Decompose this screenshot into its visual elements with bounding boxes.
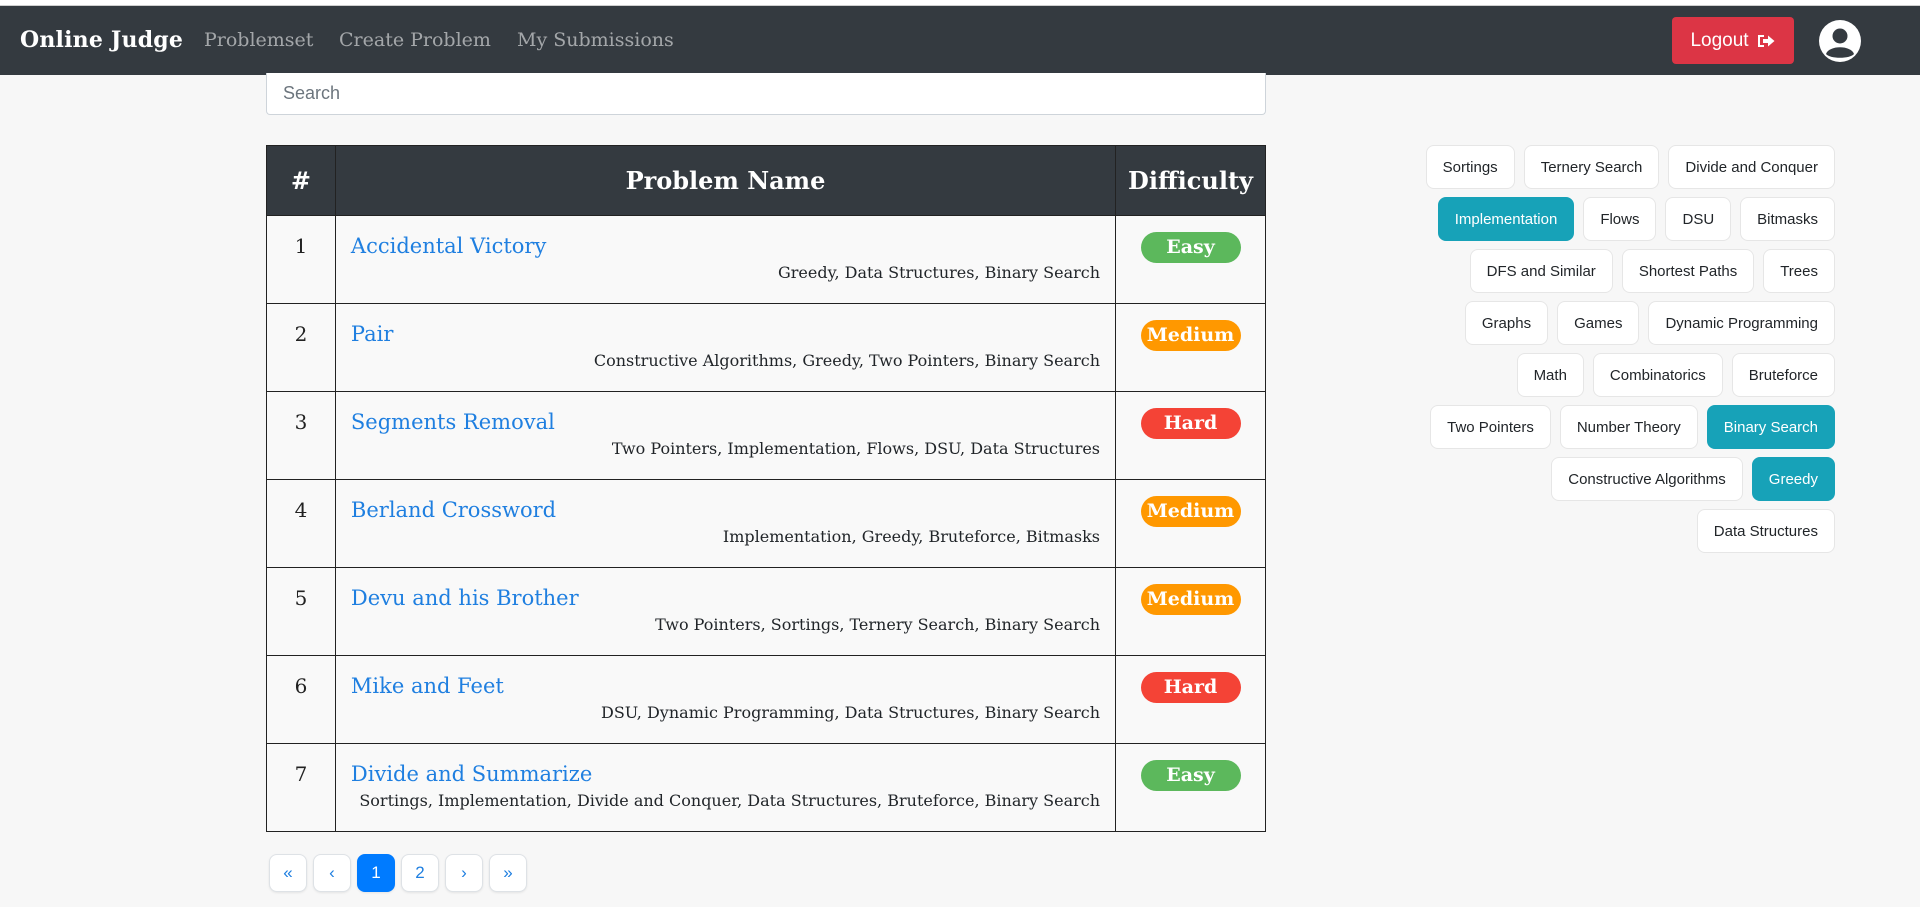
- problem-name-cell: Accidental Victory Greedy, Data Structur…: [334, 215, 1117, 304]
- problem-tags: Constructive Algorithms, Greedy, Two Poi…: [593, 351, 1101, 370]
- tag-filter-dsu[interactable]: DSU: [1665, 197, 1732, 241]
- tag-filter-binary-search[interactable]: Binary Search: [1706, 405, 1835, 449]
- tag-filter-dynamic-programming[interactable]: Dynamic Programming: [1648, 301, 1835, 345]
- page-last-button[interactable]: »: [489, 854, 527, 892]
- navbar: Online Judge Problemset Create Problem M…: [0, 6, 1920, 75]
- difficulty-badge: Hard: [1140, 672, 1241, 703]
- tag-filter-number-theory[interactable]: Number Theory: [1559, 405, 1698, 449]
- tag-filter-bitmasks[interactable]: Bitmasks: [1740, 197, 1835, 241]
- problem-table: # Problem Name Difficulty 1 Accidental V…: [266, 145, 1266, 832]
- table-header-row: # Problem Name Difficulty: [266, 145, 1266, 216]
- tag-filter-dfs-and-similar[interactable]: DFS and Similar: [1469, 249, 1613, 293]
- problem-number: 6: [266, 655, 336, 744]
- tag-filter-greedy[interactable]: Greedy: [1751, 457, 1835, 501]
- difficulty-badge: Medium: [1140, 320, 1241, 351]
- search-input[interactable]: [266, 73, 1266, 115]
- tag-filter-math[interactable]: Math: [1516, 353, 1584, 397]
- header-problem-name: Problem Name: [334, 145, 1117, 216]
- difficulty-badge: Easy: [1140, 760, 1241, 791]
- problem-link[interactable]: Accidental Victory: [351, 234, 1100, 258]
- difficulty-badge: Hard: [1140, 408, 1241, 439]
- problem-link[interactable]: Segments Removal: [351, 410, 1100, 434]
- tag-filter-games[interactable]: Games: [1557, 301, 1640, 345]
- tag-filter-graphs[interactable]: Graphs: [1464, 301, 1549, 345]
- problem-tags: Greedy, Data Structures, Binary Search: [777, 263, 1101, 282]
- table-row: 5 Devu and his Brother Two Pointers, Sor…: [266, 567, 1266, 656]
- difficulty-cell: Hard: [1115, 655, 1266, 744]
- problem-tags: DSU, Dynamic Programming, Data Structure…: [601, 703, 1101, 722]
- tag-filter-data-structures[interactable]: Data Structures: [1696, 509, 1835, 553]
- tag-filter-combinatorics[interactable]: Combinatorics: [1592, 353, 1723, 397]
- tag-filter-shortest-paths[interactable]: Shortest Paths: [1621, 249, 1755, 293]
- tag-filter-ternery-search[interactable]: Ternery Search: [1523, 145, 1660, 189]
- problem-name-cell: Pair Constructive Algorithms, Greedy, Tw…: [334, 303, 1117, 392]
- page-prev-button[interactable]: ‹: [313, 854, 351, 892]
- tag-filter-sortings[interactable]: Sortings: [1425, 145, 1515, 189]
- page-2-button[interactable]: 2: [401, 854, 439, 892]
- tag-filter-two-pointers[interactable]: Two Pointers: [1430, 405, 1551, 449]
- problem-link[interactable]: Pair: [351, 322, 1100, 346]
- difficulty-cell: Medium: [1115, 567, 1266, 656]
- sign-out-icon: [1757, 34, 1775, 47]
- table-row: 6 Mike and Feet DSU, Dynamic Programming…: [266, 655, 1266, 744]
- problem-number: 3: [266, 391, 336, 480]
- page-next-button[interactable]: ›: [445, 854, 483, 892]
- problem-tags: Two Pointers, Implementation, Flows, DSU…: [611, 439, 1101, 458]
- problem-tags: Sortings, Implementation, Divide and Con…: [359, 791, 1101, 810]
- user-circle-icon[interactable]: [1818, 19, 1862, 63]
- table-row: 7 Divide and Summarize Sortings, Impleme…: [266, 743, 1266, 832]
- problem-link[interactable]: Mike and Feet: [351, 674, 1100, 698]
- table-row: 1 Accidental Victory Greedy, Data Struct…: [266, 215, 1266, 304]
- problem-link[interactable]: Divide and Summarize: [351, 762, 1100, 786]
- nav-link-problemset[interactable]: Problemset: [204, 29, 313, 51]
- problem-name-cell: Berland Crossword Implementation, Greedy…: [334, 479, 1117, 568]
- difficulty-cell: Medium: [1115, 479, 1266, 568]
- difficulty-badge: Easy: [1140, 232, 1241, 263]
- problem-link[interactable]: Devu and his Brother: [351, 586, 1100, 610]
- table-row: 2 Pair Constructive Algorithms, Greedy, …: [266, 303, 1266, 392]
- difficulty-cell: Easy: [1115, 215, 1266, 304]
- problem-number: 7: [266, 743, 336, 832]
- logout-button[interactable]: Logout: [1672, 17, 1794, 64]
- brand-logo[interactable]: Online Judge: [20, 27, 183, 53]
- problem-name-cell: Segments Removal Two Pointers, Implement…: [334, 391, 1117, 480]
- difficulty-badge: Medium: [1140, 584, 1241, 615]
- page-1-button[interactable]: 1: [357, 854, 395, 892]
- tag-filter-trees[interactable]: Trees: [1763, 249, 1835, 293]
- tag-filter-divide-and-conquer[interactable]: Divide and Conquer: [1668, 145, 1835, 189]
- table-row: 3 Segments Removal Two Pointers, Impleme…: [266, 391, 1266, 480]
- difficulty-cell: Hard: [1115, 391, 1266, 480]
- problem-link[interactable]: Berland Crossword: [351, 498, 1100, 522]
- problem-number: 4: [266, 479, 336, 568]
- problem-name-cell: Mike and Feet DSU, Dynamic Programming, …: [334, 655, 1117, 744]
- problem-name-cell: Devu and his Brother Two Pointers, Sorti…: [334, 567, 1117, 656]
- problem-tags: Two Pointers, Sortings, Ternery Search, …: [655, 615, 1101, 634]
- problem-tags: Implementation, Greedy, Bruteforce, Bitm…: [722, 527, 1101, 546]
- difficulty-cell: Easy: [1115, 743, 1266, 832]
- problem-number: 2: [266, 303, 336, 392]
- problem-name-cell: Divide and Summarize Sortings, Implement…: [334, 743, 1117, 832]
- problem-number: 1: [266, 215, 336, 304]
- nav-link-my-submissions[interactable]: My Submissions: [517, 29, 674, 51]
- tag-filter-implementation[interactable]: Implementation: [1437, 197, 1575, 241]
- tag-filter-bruteforce[interactable]: Bruteforce: [1731, 353, 1835, 397]
- page-first-button[interactable]: «: [269, 854, 307, 892]
- difficulty-cell: Medium: [1115, 303, 1266, 392]
- tag-filter-constructive-algorithms[interactable]: Constructive Algorithms: [1551, 457, 1743, 501]
- header-difficulty: Difficulty: [1115, 145, 1266, 216]
- pagination: « ‹ 1 2 › »: [269, 854, 527, 892]
- nav-link-create-problem[interactable]: Create Problem: [339, 29, 491, 51]
- table-row: 4 Berland Crossword Implementation, Gree…: [266, 479, 1266, 568]
- tag-filter-flows[interactable]: Flows: [1583, 197, 1657, 241]
- header-number: #: [266, 145, 336, 216]
- problem-number: 5: [266, 567, 336, 656]
- tag-filter-panel: Sortings Ternery Search Divide and Conqu…: [1420, 145, 1835, 553]
- difficulty-badge: Medium: [1140, 496, 1241, 527]
- logout-label: Logout: [1690, 29, 1749, 51]
